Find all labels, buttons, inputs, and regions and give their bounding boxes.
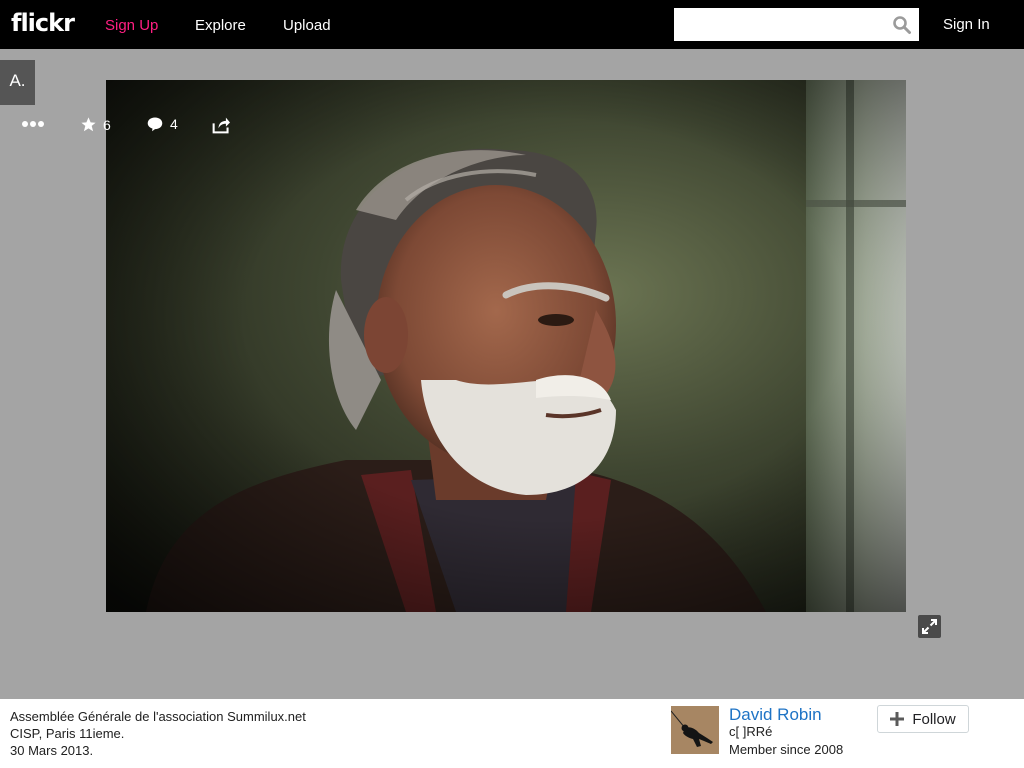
nav-explore-link[interactable]: Explore (195, 17, 246, 34)
share-icon (212, 117, 230, 134)
signin-link[interactable]: Sign In (943, 16, 990, 33)
follow-label: Follow (912, 710, 956, 728)
share-button[interactable] (211, 116, 231, 134)
flickr-logo[interactable]: flickr (11, 9, 75, 37)
comments-button[interactable]: 4 (146, 116, 178, 132)
fullscreen-button[interactable] (918, 615, 941, 638)
search-input[interactable] (680, 12, 884, 38)
search-icon[interactable] (892, 15, 912, 35)
comment-icon (147, 117, 163, 132)
expand-icon (922, 619, 937, 634)
photo-info-bar: Assemblée Générale de l'association Summ… (0, 699, 1024, 768)
climber-silhouette-icon (671, 706, 719, 754)
portrait-illustration (106, 80, 906, 612)
fave-button[interactable]: 6 (80, 116, 111, 133)
owner-name-link[interactable]: David Robin (729, 705, 822, 725)
nav-upload-link[interactable]: Upload (283, 17, 331, 34)
owner-member-since: Member since 2008 (729, 742, 844, 757)
description-line: CISP, Paris 11ieme. (10, 726, 125, 741)
more-icon (22, 121, 44, 127)
owner-avatar[interactable] (671, 706, 719, 754)
description-line: 30 Mars 2013. (10, 743, 94, 758)
description-line: Assemblée Générale de l'association Summ… (10, 709, 306, 724)
nav-signup-link[interactable]: Sign Up (105, 17, 158, 34)
more-options-button[interactable] (22, 120, 44, 128)
comment-count: 4 (170, 116, 178, 132)
fave-count: 6 (103, 116, 111, 133)
search-box (674, 8, 919, 41)
star-icon (81, 117, 96, 132)
photo-stage: A. 6 4 (0, 49, 1024, 699)
photo-description: Assemblée Générale de l'association Summ… (10, 708, 306, 759)
plus-icon (890, 712, 905, 726)
top-bar: flickr Sign Up Explore Upload Sign In (0, 0, 1024, 49)
main-photo[interactable] (106, 80, 906, 612)
owner-handle: c[ ]RRé (729, 724, 773, 739)
owner-avatar-chip[interactable]: A. (0, 60, 35, 105)
follow-button[interactable]: Follow (877, 705, 969, 733)
